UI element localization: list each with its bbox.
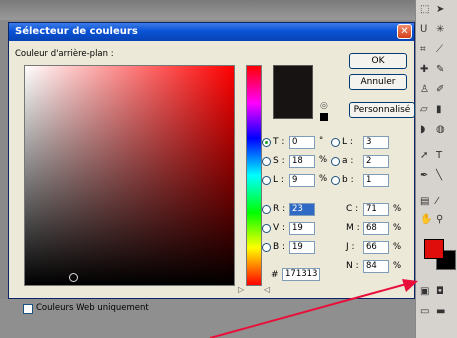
annotation-arrow	[209, 279, 418, 338]
